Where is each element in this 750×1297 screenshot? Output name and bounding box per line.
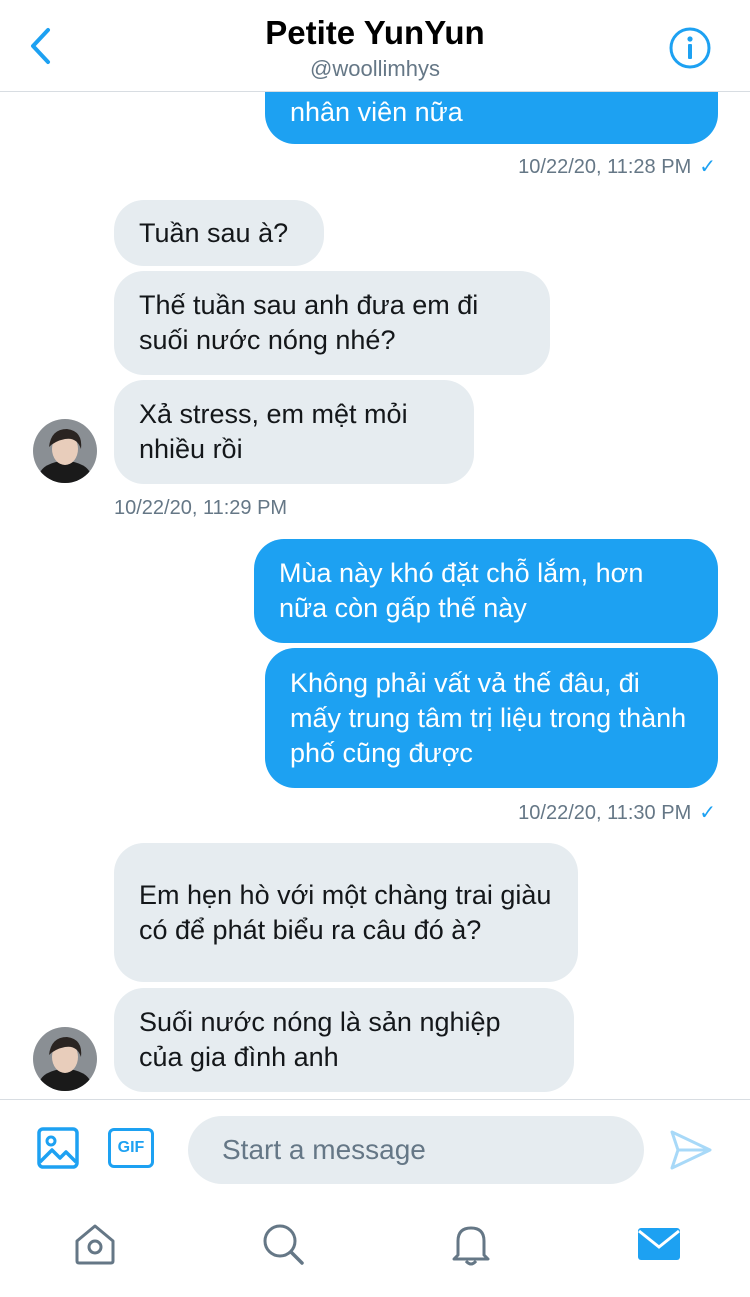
message-incoming[interactable]: Xả stress, em mệt mỏi nhiều rồi <box>114 380 474 484</box>
message-incoming[interactable]: Thế tuần sau anh đưa em đi suối nước nón… <box>114 271 550 375</box>
conversation-handle: @woollimhys <box>310 56 440 81</box>
message-text: Tuần sau à? <box>139 217 289 248</box>
profile-photo <box>33 419 97 483</box>
image-icon <box>37 1127 79 1169</box>
profile-photo <box>33 1027 97 1091</box>
gif-button[interactable]: GIF <box>108 1128 154 1168</box>
message-text: Xả stress, em mệt mỏi nhiều rồi <box>139 399 408 464</box>
home-icon <box>75 1224 115 1265</box>
avatar[interactable] <box>33 1027 97 1091</box>
bottom-tab-bar <box>0 1199 750 1297</box>
tab-notifications[interactable] <box>448 1221 494 1267</box>
bell-icon <box>452 1226 490 1266</box>
message-text: Suối nước nóng là sản nghiệp của gia đìn… <box>139 1007 501 1072</box>
mail-icon <box>638 1228 680 1260</box>
message-outgoing[interactable]: Mùa này khó đặt chỗ lắm, hơn nữa còn gấp… <box>254 539 718 643</box>
message-incoming[interactable]: Suối nước nóng là sản nghiệp của gia đìn… <box>114 988 574 1092</box>
message-composer: GIF <box>0 1099 750 1199</box>
tab-search[interactable] <box>260 1221 306 1267</box>
conversation-header: Petite YunYun @woollimhys <box>0 0 750 92</box>
tab-home[interactable] <box>72 1221 118 1267</box>
avatar[interactable] <box>33 419 97 483</box>
message-text: Không phải vất vả thế đâu, đi mấy trung … <box>290 667 687 768</box>
message-timestamp: 10/22/20, 11:29 PM <box>114 497 288 519</box>
timestamp-text: 10/22/20, 11:28 PM <box>518 156 692 178</box>
message-outgoing[interactable]: Không phải vất vả thế đâu, đi mấy trung … <box>265 648 718 788</box>
send-button[interactable] <box>668 1128 714 1172</box>
search-icon <box>263 1224 304 1265</box>
tab-messages[interactable] <box>636 1221 682 1267</box>
message-input[interactable] <box>188 1116 644 1184</box>
message-timestamp: 10/22/20, 11:30 PM ✓ <box>518 800 716 825</box>
message-outgoing[interactable]: nhân viên nữa <box>265 92 718 144</box>
message-text: Em hẹn hò với một chàng trai giàu có để … <box>139 879 552 945</box>
message-list[interactable]: nhân viên nữa 10/22/20, 11:28 PM ✓ Tuần s… <box>0 92 750 1099</box>
timestamp-text: 10/22/20, 11:30 PM <box>518 802 692 824</box>
message-incoming[interactable]: Tuần sau à? <box>114 200 324 266</box>
info-button[interactable] <box>668 26 712 70</box>
read-check-icon: ✓ <box>699 156 716 178</box>
add-photo-button[interactable] <box>36 1126 80 1170</box>
message-incoming[interactable]: Em hẹn hò với một chàng trai giàu có để … <box>114 843 578 982</box>
message-text: Mùa này khó đặt chỗ lắm, hơn nữa còn gấp… <box>279 558 644 623</box>
message-timestamp: 10/22/20, 11:28 PM ✓ <box>518 154 716 179</box>
send-icon <box>670 1130 712 1170</box>
message-text: Thế tuần sau anh đưa em đi suối nước nón… <box>139 290 479 355</box>
read-check-icon: ✓ <box>699 802 716 824</box>
info-icon <box>669 27 711 69</box>
message-text: nhân viên nữa <box>290 97 463 127</box>
conversation-title[interactable]: Petite YunYun <box>0 14 750 52</box>
